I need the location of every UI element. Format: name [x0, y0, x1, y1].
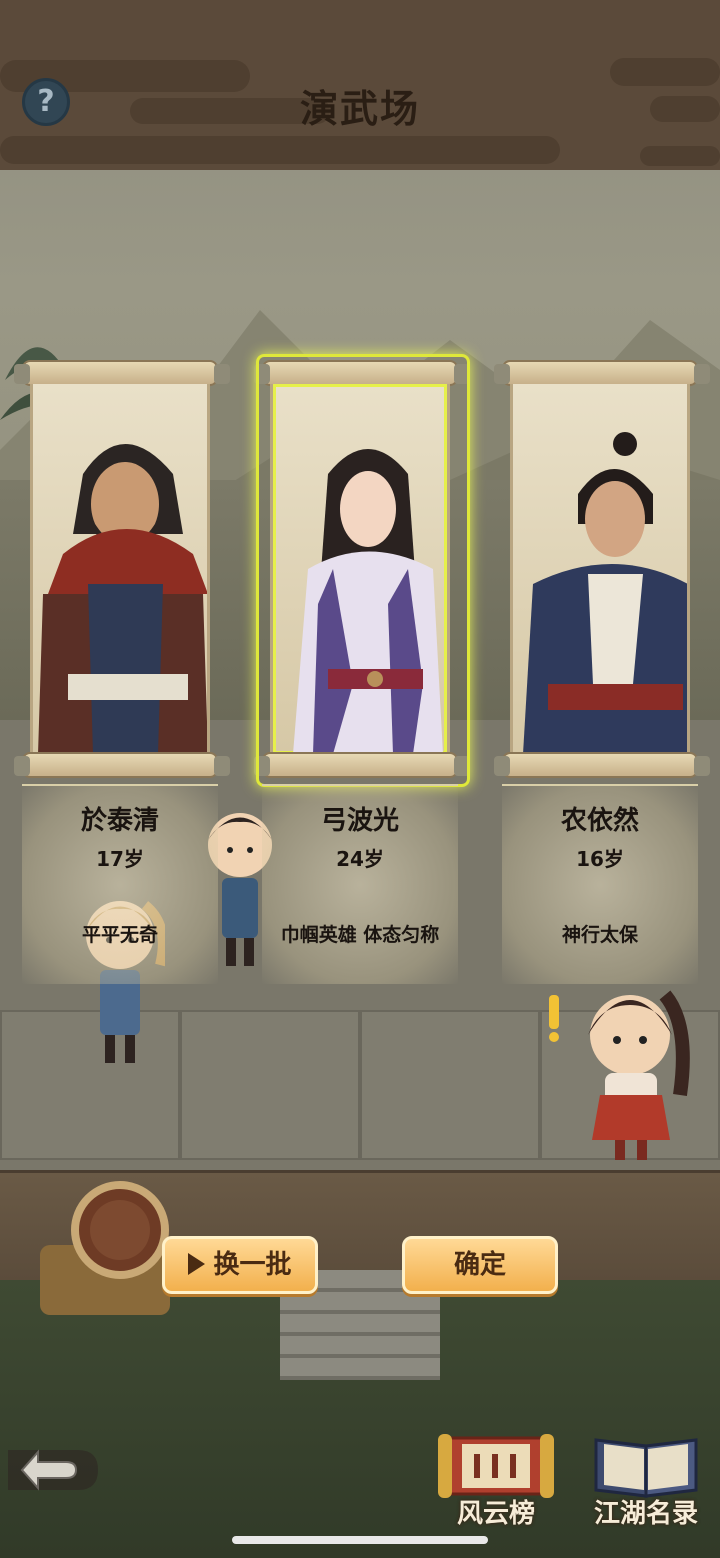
refresh-batch-button[interactable]: 换一批: [162, 1236, 318, 1294]
page-title: 演武场: [299, 86, 420, 131]
candidate-age: 17岁: [96, 847, 144, 871]
roster-button[interactable]: 江湖名录: [582, 1430, 710, 1530]
candidate-name: 农依然: [560, 806, 639, 836]
candidate-age: 24岁: [336, 847, 384, 871]
back-arrow-icon[interactable]: [8, 1430, 98, 1510]
candidate-info-1[interactable]: 於泰清 17岁 平平无奇: [22, 784, 218, 984]
confirm-label: 确定: [453, 1250, 506, 1280]
drum-decoration: [40, 1181, 170, 1315]
candidate-traits: 巾帼英雄 体态匀称: [280, 924, 440, 946]
training-ground-scene: [0, 0, 720, 1558]
scroll-rod-bottom: [14, 752, 230, 778]
portrait-frame: [30, 384, 210, 754]
candidate-traits: 平平无奇: [81, 924, 158, 946]
play-icon: [188, 1253, 206, 1275]
candidate-card-2[interactable]: [254, 354, 470, 787]
chibi-girl-character: [549, 990, 690, 1160]
roster-label: 江湖名录: [593, 1499, 698, 1529]
candidate-name: 弓波光: [320, 806, 399, 836]
candidate-info-3[interactable]: 农依然 16岁 神行太保: [502, 784, 698, 984]
portrait-frame: [270, 384, 450, 754]
candidate-name: 於泰清: [80, 806, 159, 836]
portrait-frame: [510, 384, 690, 754]
scroll-rod-top: [14, 360, 230, 386]
candidate-traits: 神行太保: [561, 924, 638, 946]
young-man-portrait: [523, 432, 687, 754]
confirm-button[interactable]: 确定: [402, 1236, 558, 1294]
roster-book-icon: [594, 1438, 698, 1498]
home-indicator[interactable]: [232, 1536, 488, 1544]
candidate-age: 16岁: [576, 847, 624, 871]
candidate-card-1[interactable]: [14, 360, 230, 778]
swordswoman-portrait: [293, 449, 443, 754]
rankings-button[interactable]: 风云榜: [432, 1430, 560, 1530]
refresh-batch-label: 换一批: [213, 1250, 292, 1280]
candidate-card-3[interactable]: [494, 360, 710, 778]
scroll-rod-top: [254, 360, 470, 386]
warrior-man-portrait: [38, 444, 207, 754]
scroll-rod-bottom: [494, 752, 710, 778]
rankings-scroll-icon: [438, 1434, 554, 1498]
rankings-label: 风云榜: [456, 1499, 535, 1529]
candidate-info-2[interactable]: 弓波光 24岁 巾帼英雄 体态匀称: [262, 784, 458, 984]
scroll-rod-top: [494, 360, 710, 386]
scroll-rod-bottom: [254, 752, 470, 778]
